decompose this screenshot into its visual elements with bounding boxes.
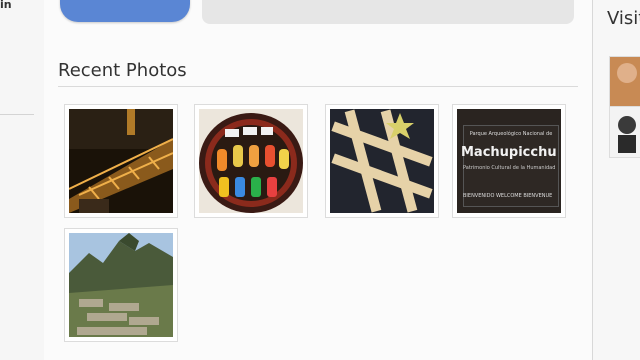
section-title: Recent Photos: [58, 60, 187, 81]
sign-welcome-text: BIENVENIDO WELCOME BIENVENUE: [463, 193, 553, 199]
sidebar-divider: [0, 114, 34, 115]
visitor-avatar-2[interactable]: [609, 106, 640, 158]
blue-tab-button[interactable]: [60, 0, 190, 22]
photo-thumbnail-machu-picchu[interactable]: [64, 228, 178, 342]
section-divider: [58, 86, 578, 87]
wood-pattern-image: [330, 109, 434, 213]
main-content: Recent Photos Parque Arqueológico Nacion…: [44, 0, 593, 360]
sushi-photo-image: [199, 109, 303, 213]
photo-thumbnail-sushi[interactable]: [194, 104, 308, 218]
bridge-photo-image: [69, 109, 173, 213]
photo-thumbnail-bridge[interactable]: [64, 104, 178, 218]
sign-subtitle: Patrimonio Cultural de la Humanidad: [463, 165, 556, 171]
machu-picchu-ruins-image: [69, 233, 173, 337]
info-panel: [202, 0, 574, 24]
visitors-title: Visit: [607, 8, 640, 29]
sign-small-text: Parque Arqueológico Nacional de: [469, 131, 553, 137]
photo-thumbnail-wood-pattern[interactable]: [325, 104, 439, 218]
photo-thumbnail-machupicchu-sign[interactable]: Parque Arqueológico Nacional de Machupic…: [452, 104, 566, 218]
visitor-avatar[interactable]: [609, 56, 640, 108]
left-sidebar: in: [0, 0, 45, 360]
sign-title: Machupicchu: [461, 145, 557, 160]
sidebar-label[interactable]: in: [0, 0, 12, 11]
machupicchu-sign-image: Parque Arqueológico Nacional de Machupic…: [457, 109, 561, 213]
right-column: Visit: [593, 0, 640, 360]
